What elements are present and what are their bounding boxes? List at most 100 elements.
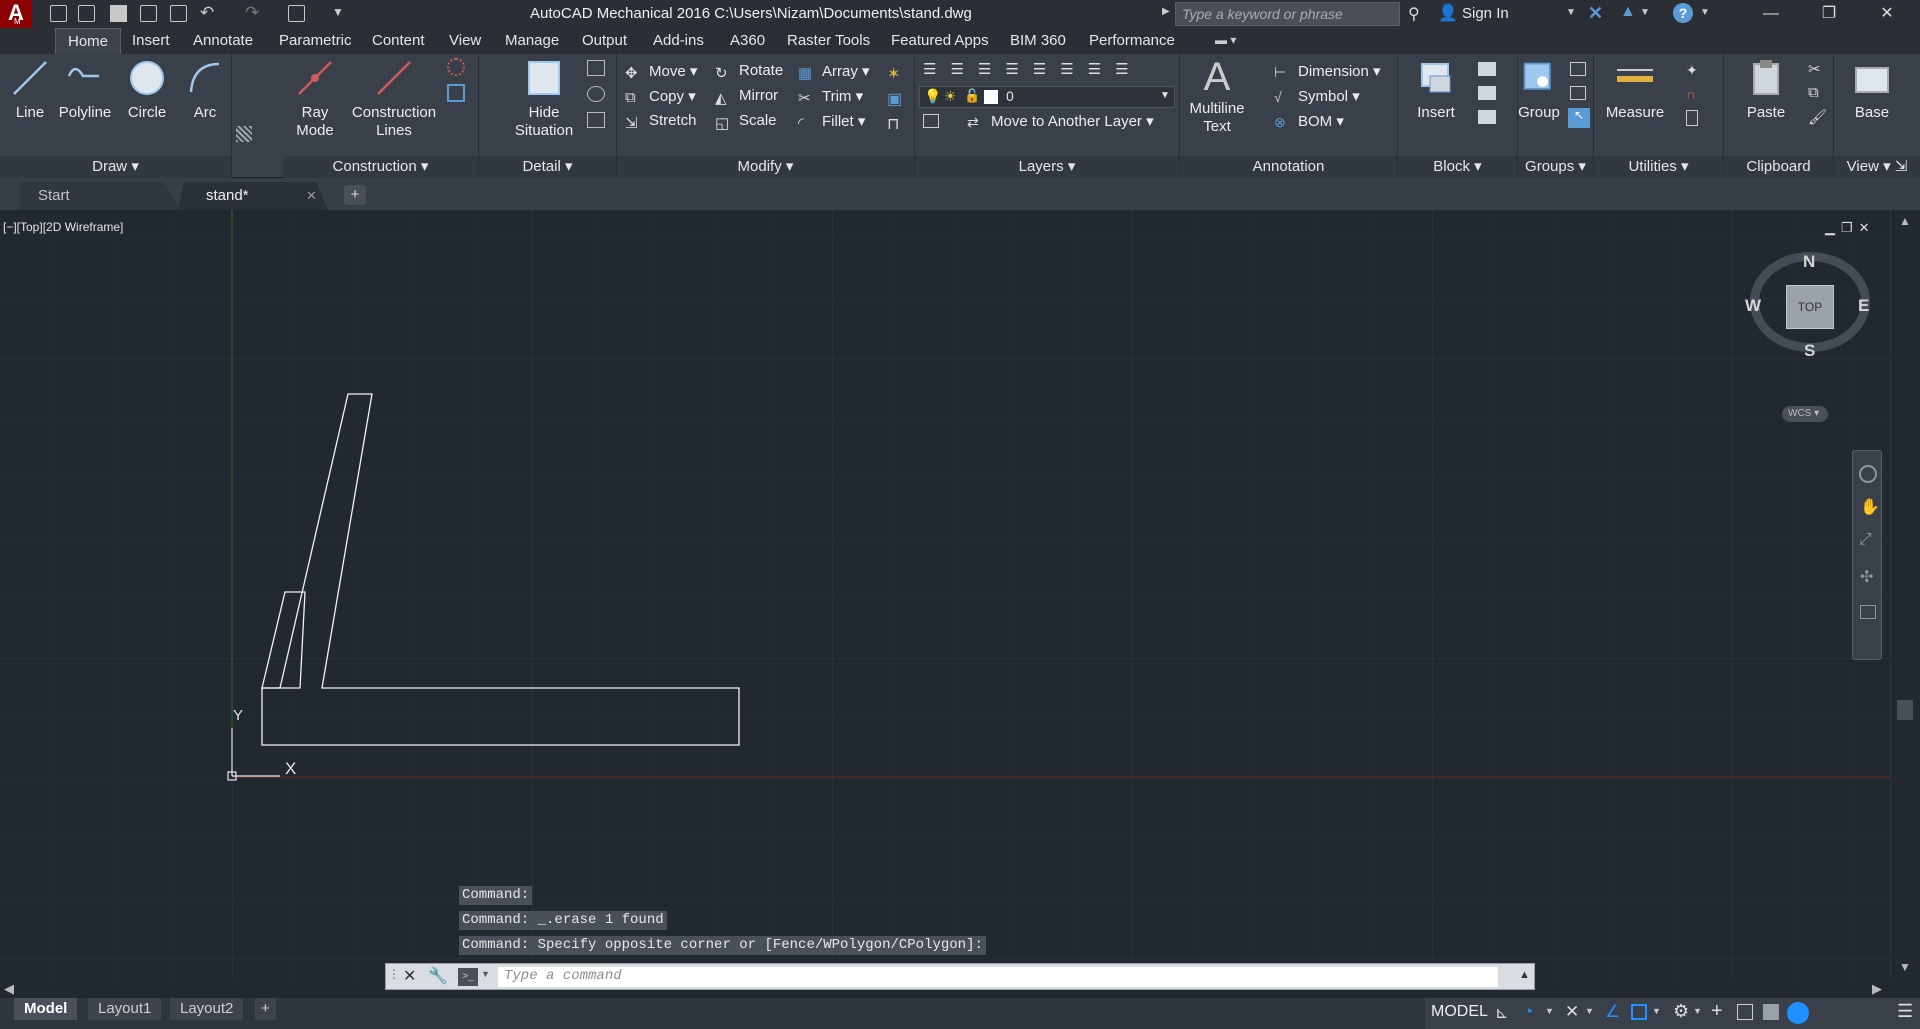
- zoom-extents-icon[interactable]: ⤢: [1859, 531, 1872, 549]
- workspace-icon[interactable]: [288, 5, 305, 22]
- symbol-button[interactable]: √ Symbol ▾: [1272, 87, 1360, 109]
- pan-icon[interactable]: ✋: [1860, 497, 1880, 517]
- drawing-canvas[interactable]: [0, 210, 1890, 980]
- panel-title-groups[interactable]: Groups ▾: [1518, 156, 1593, 178]
- tab-view[interactable]: View: [449, 32, 481, 49]
- command-history-toggle-icon[interactable]: ▲: [1519, 969, 1530, 981]
- navigation-bar[interactable]: ✋ ⤢ ✣: [1852, 450, 1882, 660]
- compass-south-label[interactable]: S: [1804, 341, 1815, 361]
- panel-title-layers[interactable]: Layers ▾: [915, 156, 1179, 178]
- undo-icon[interactable]: ↶: [200, 3, 214, 23]
- paste-button[interactable]: Paste: [1738, 54, 1794, 144]
- scroll-left-icon[interactable]: ◀: [4, 981, 14, 997]
- stretch-button[interactable]: ⇲ Stretch: [623, 112, 697, 134]
- maximize-button[interactable]: ❐: [1806, 2, 1852, 26]
- help-dropdown-icon[interactable]: ▼: [1700, 7, 1710, 18]
- fillet-button[interactable]: ◜ Fillet ▾: [796, 112, 865, 134]
- showmotion-icon[interactable]: [1860, 605, 1876, 619]
- autodesk-account-icon[interactable]: ▲: [1620, 3, 1636, 21]
- layout-tab-layout1[interactable]: Layout1: [88, 998, 162, 1020]
- polyline-button[interactable]: Polyline: [55, 54, 115, 144]
- scroll-right-icon[interactable]: ▶: [1872, 981, 1882, 997]
- layout-tab-model[interactable]: Model: [14, 998, 78, 1020]
- rotate-button[interactable]: ↻ Rotate: [713, 62, 783, 84]
- circle-construction-icon[interactable]: [447, 58, 465, 76]
- tab-bim-360[interactable]: BIM 360: [1010, 32, 1066, 49]
- save-as-icon[interactable]: [140, 5, 157, 22]
- customization-menu-icon[interactable]: ☰: [1897, 1001, 1913, 1022]
- account-dropdown-icon[interactable]: ▼: [1640, 7, 1650, 18]
- binoculars-icon[interactable]: ⚲: [1408, 4, 1420, 24]
- layer-properties-icon[interactable]: [923, 114, 939, 128]
- multiline-text-button[interactable]: A Multiline Text: [1182, 54, 1252, 144]
- detail-tool-icon-1[interactable]: [587, 60, 605, 76]
- move-button[interactable]: ✥ Move ▾: [623, 62, 697, 84]
- compass-north-label[interactable]: N: [1803, 252, 1815, 272]
- detail-tool-icon-2[interactable]: [587, 86, 605, 102]
- explode-icon[interactable]: ✶: [887, 64, 900, 84]
- panel-title-draw[interactable]: Draw ▾: [0, 156, 231, 178]
- tab-home[interactable]: Home: [55, 28, 122, 54]
- workspace-dropdown-icon[interactable]: ▼: [1693, 1006, 1702, 1016]
- command-prompt-icon[interactable]: >_: [458, 968, 478, 986]
- group-edit-icon[interactable]: [1570, 86, 1586, 100]
- annotation-plus-icon[interactable]: +: [1711, 1000, 1723, 1023]
- file-tab-start[interactable]: Start: [20, 182, 180, 210]
- offset-icon[interactable]: ▣: [887, 89, 902, 109]
- magnet-icon[interactable]: ∩: [1686, 86, 1696, 102]
- scroll-down-icon[interactable]: ▼: [1899, 960, 1911, 974]
- save-icon[interactable]: [110, 5, 127, 22]
- ribbon-minimize-icon[interactable]: ▬ ▾: [1215, 33, 1236, 47]
- detail-tool-icon-3[interactable]: [587, 112, 605, 128]
- viewcube-top-face[interactable]: TOP: [1786, 285, 1834, 329]
- open-file-icon[interactable]: [78, 5, 95, 22]
- join-icon[interactable]: ⊓: [887, 114, 899, 134]
- scale-button[interactable]: ◱ Scale: [713, 112, 777, 134]
- arc-button[interactable]: Arc: [175, 54, 235, 144]
- layer-dropdown[interactable]: 💡 ☀ 🔓 0 ▼: [919, 86, 1175, 108]
- panel-title-construction[interactable]: Construction ▾: [283, 156, 478, 178]
- command-line-grip[interactable]: ⋮: [388, 967, 400, 981]
- hide-situation-button[interactable]: Hide Situation: [509, 54, 579, 144]
- orbit-icon[interactable]: ✣: [1860, 567, 1873, 587]
- layer-tool-icons[interactable]: ☰☰☰☰☰☰☰☰: [923, 60, 1173, 80]
- tab-a360[interactable]: A360: [730, 32, 765, 49]
- wcs-menu[interactable]: WCS ▾: [1782, 406, 1828, 422]
- search-expand-icon[interactable]: ▶: [1162, 6, 1170, 17]
- panel-title-utilities[interactable]: Utilities ▾: [1594, 156, 1723, 178]
- rectangle-construction-icon[interactable]: [447, 84, 465, 102]
- group-button[interactable]: Group: [1518, 54, 1560, 144]
- move-to-another-layer-button[interactable]: ⇄ Move to Another Layer ▾: [965, 112, 1154, 134]
- polar-dropdown-icon[interactable]: ▼: [1545, 1006, 1554, 1016]
- create-block-icon[interactable]: [1478, 62, 1496, 76]
- bom-button[interactable]: ⊗ BOM ▾: [1272, 112, 1344, 134]
- tab-featured-apps[interactable]: Featured Apps: [891, 32, 989, 49]
- file-tab-close-icon[interactable]: ✕: [306, 182, 317, 210]
- new-file-icon[interactable]: [50, 5, 67, 22]
- calculator-icon[interactable]: [1686, 110, 1698, 126]
- exchange-icon[interactable]: ✕: [1588, 3, 1603, 24]
- print-icon[interactable]: [170, 5, 187, 22]
- edit-block-icon[interactable]: [1478, 86, 1496, 100]
- object-snap-dropdown-icon[interactable]: ▼: [1652, 1006, 1661, 1016]
- insert-block-button[interactable]: Insert: [1406, 54, 1466, 144]
- isodraft-dropdown-icon[interactable]: ▼: [1585, 1006, 1594, 1016]
- vertical-scrollbar[interactable]: ▲ ▼: [1890, 210, 1920, 980]
- panel-title-modify[interactable]: Modify ▾: [617, 156, 914, 178]
- panel-title-block[interactable]: Block ▾: [1398, 156, 1517, 178]
- base-view-button[interactable]: Base: [1844, 54, 1900, 144]
- copy-button[interactable]: ⧉ Copy ▾: [623, 87, 696, 109]
- tab-add-ins[interactable]: Add-ins: [653, 32, 704, 49]
- model-space-toggle[interactable]: MODEL: [1431, 1003, 1488, 1021]
- scroll-up-icon[interactable]: ▲: [1899, 214, 1911, 228]
- tab-insert[interactable]: Insert: [132, 32, 170, 49]
- isodraft-icon[interactable]: ✕: [1565, 1002, 1579, 1022]
- command-customize-icon[interactable]: 🔧: [428, 966, 448, 986]
- help-icon[interactable]: ?: [1673, 3, 1693, 23]
- tab-performance[interactable]: Performance: [1089, 32, 1175, 49]
- dimension-button[interactable]: ⊢ Dimension ▾: [1272, 62, 1381, 84]
- close-button[interactable]: ✕: [1864, 2, 1910, 26]
- trim-button[interactable]: ✂ Trim ▾: [796, 87, 863, 109]
- block-attribute-icon[interactable]: [1478, 110, 1496, 124]
- point-style-icon[interactable]: ✦: [1686, 62, 1698, 79]
